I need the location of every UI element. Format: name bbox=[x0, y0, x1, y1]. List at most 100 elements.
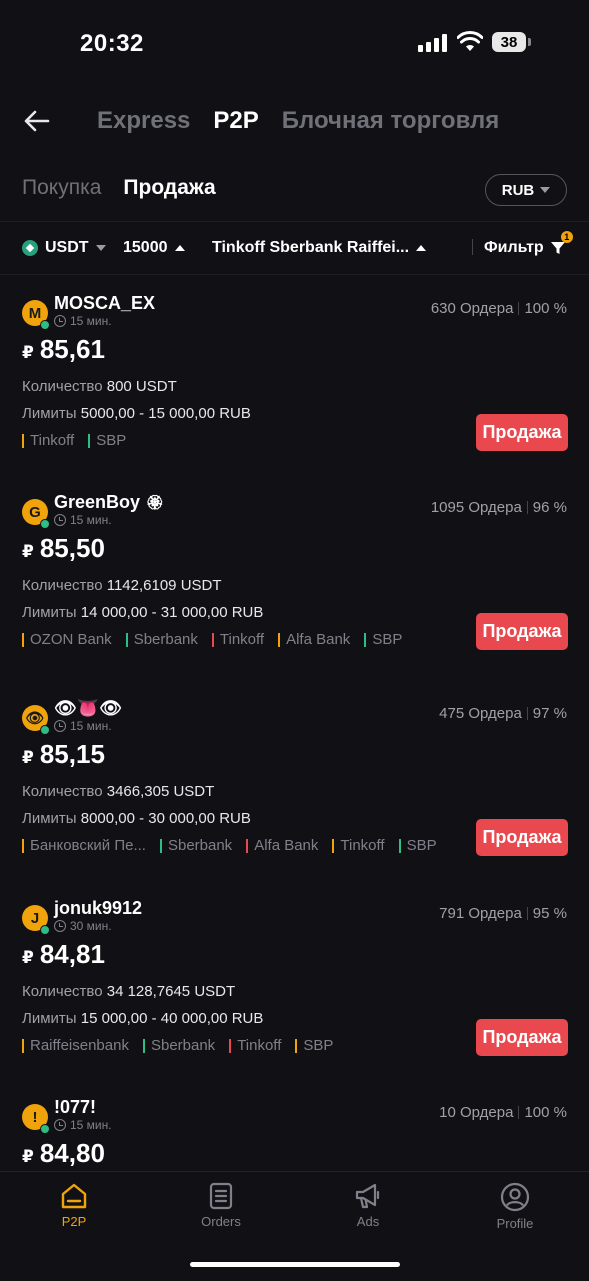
response-time: 15 мин. bbox=[54, 314, 112, 328]
completion-rate: 96 % bbox=[532, 499, 567, 516]
currency-selector[interactable]: RUB bbox=[485, 174, 567, 206]
cellular-signal-icon bbox=[418, 34, 447, 52]
profile-icon bbox=[500, 1182, 530, 1212]
payment-method: Sberbank bbox=[125, 631, 198, 648]
order-count: 10 Ордера bbox=[439, 1104, 514, 1121]
price-value: 84,80 bbox=[39, 1138, 105, 1168]
payment-method-color-bar bbox=[125, 632, 128, 647]
online-status-dot bbox=[40, 925, 50, 935]
merchant-name[interactable]: jonuk9912 bbox=[54, 898, 142, 919]
price-value: 85,15 bbox=[39, 739, 105, 769]
amount-label: 15000 bbox=[123, 239, 168, 256]
nav-p2p[interactable]: P2P bbox=[29, 1182, 119, 1229]
order-count: 791 Ордера bbox=[439, 905, 522, 922]
sell-button[interactable]: Продажа bbox=[476, 613, 568, 650]
merchant-name[interactable]: !077! bbox=[54, 1097, 96, 1118]
response-time-text: 15 мин. bbox=[70, 314, 112, 328]
merchant-name[interactable]: 👁👅👁 bbox=[54, 698, 122, 719]
completion-rate: 95 % bbox=[532, 905, 567, 922]
filter-bar: USDT 15000 Tinkoff Sberbank Raiffei... Ф… bbox=[0, 221, 589, 275]
quantity-value: 800 USDT bbox=[106, 378, 177, 395]
sell-button[interactable]: Продажа bbox=[476, 819, 568, 856]
order-count: 475 Ордера bbox=[439, 705, 522, 722]
tab-block-trading[interactable]: Блочная торговля bbox=[282, 107, 499, 135]
amount-selector[interactable]: 15000 bbox=[123, 239, 185, 257]
merchant-name-text: MOSCA_EX bbox=[54, 293, 156, 313]
clock-icon bbox=[54, 720, 66, 732]
tab-p2p[interactable]: P2P bbox=[213, 107, 258, 135]
status-time: 20:32 bbox=[80, 30, 144, 57]
limits-row: Лимиты 5000,00 - 15 000,00 RUB bbox=[22, 405, 251, 422]
trade-side-tabs: Покупка Продажа bbox=[22, 176, 216, 200]
response-time: 15 мин. bbox=[54, 1118, 112, 1132]
back-arrow-icon[interactable] bbox=[24, 108, 50, 134]
tab-express[interactable]: Express bbox=[97, 107, 190, 135]
filter-button[interactable]: Фильтр 1 bbox=[484, 231, 573, 257]
payment-method-name: Alfa Bank bbox=[286, 631, 351, 648]
price: ₽85,15 bbox=[22, 739, 105, 770]
sell-button[interactable]: Продажа bbox=[476, 414, 568, 451]
tether-icon bbox=[22, 240, 38, 256]
payment-method-color-bar bbox=[332, 838, 335, 853]
asset-selector[interactable]: USDT bbox=[22, 239, 106, 257]
clock-icon bbox=[54, 315, 66, 327]
nav-profile[interactable]: Profile bbox=[470, 1182, 560, 1231]
quantity-row: Количество 34 128,7645 USDT bbox=[22, 983, 235, 1000]
payment-method: Sberbank bbox=[159, 837, 232, 854]
merchant-name-text: jonuk9912 bbox=[54, 898, 143, 918]
online-status-dot bbox=[40, 320, 50, 330]
nav-ads[interactable]: Ads bbox=[323, 1182, 413, 1229]
online-status-dot bbox=[40, 519, 50, 529]
divider bbox=[526, 501, 528, 514]
payment-method-name: Tinkoff bbox=[219, 631, 265, 648]
battery-icon: 38 bbox=[492, 32, 526, 52]
merchant-badge-icon: 🏵 bbox=[146, 494, 164, 510]
payment-method: Raiffeisenbank bbox=[22, 1037, 129, 1054]
payment-method-color-bar bbox=[159, 838, 162, 853]
tab-buy[interactable]: Покупка bbox=[22, 176, 101, 200]
price: ₽84,81 bbox=[22, 939, 105, 970]
completion-rate: 100 % bbox=[524, 300, 567, 317]
chevron-down-icon bbox=[95, 245, 106, 251]
price-value: 85,50 bbox=[39, 533, 105, 563]
tab-sell[interactable]: Продажа bbox=[123, 176, 215, 200]
divider bbox=[518, 1106, 520, 1119]
payment-method: Tinkoff bbox=[332, 837, 385, 854]
payment-method: SBP bbox=[364, 631, 402, 648]
chevron-down-icon bbox=[540, 187, 551, 193]
currency-label: RUB bbox=[501, 181, 535, 199]
payment-method-color-bar bbox=[364, 632, 367, 647]
price-value: 85,61 bbox=[39, 334, 105, 364]
online-status-dot bbox=[40, 1124, 50, 1134]
payment-method-name: Sberbank bbox=[133, 631, 198, 648]
payment-selector[interactable]: Tinkoff Sberbank Raiffei... bbox=[212, 239, 427, 257]
nav-orders[interactable]: Orders bbox=[176, 1182, 266, 1229]
payment-methods: Raiffeisenbank Sberbank Tinkoff SBP bbox=[22, 1037, 333, 1054]
ruble-symbol: ₽ bbox=[22, 542, 34, 561]
clock-icon bbox=[54, 1119, 66, 1131]
payment-method: Tinkoff bbox=[229, 1037, 281, 1054]
payment-method-color-bar bbox=[246, 838, 249, 853]
battery-tip bbox=[528, 38, 531, 46]
orders-icon bbox=[209, 1182, 233, 1210]
divider bbox=[526, 707, 528, 720]
top-tabs: Express P2P Блочная торговля bbox=[97, 107, 499, 135]
payment-label: Tinkoff Sberbank Raiffei... bbox=[212, 239, 410, 256]
merchant-name[interactable]: MOSCA_EX bbox=[54, 293, 155, 314]
payment-method-color-bar bbox=[142, 1038, 145, 1053]
sell-button[interactable]: Продажа bbox=[476, 1019, 568, 1056]
payment-method-name: Sberbank bbox=[150, 1037, 216, 1054]
quantity-value: 3466,305 USDT bbox=[106, 783, 215, 800]
payment-method-name: OZON Bank bbox=[30, 631, 112, 648]
payment-method-color-bar bbox=[211, 632, 214, 647]
merchant-name[interactable]: GreenBoy 🏵 bbox=[54, 492, 164, 513]
limits-value: 8000,00 - 30 000,00 RUB bbox=[80, 810, 251, 827]
payment-method-color-bar bbox=[295, 1038, 298, 1053]
payment-method-color-bar bbox=[22, 1038, 24, 1053]
payment-methods: Банковский Пе... Sberbank Alfa Bank Tinkoff… bbox=[22, 837, 437, 854]
payment-method: Alfa Bank bbox=[246, 837, 318, 854]
payment-method-color-bar bbox=[22, 838, 24, 853]
limits-row: Лимиты 15 000,00 - 40 000,00 RUB bbox=[22, 1010, 263, 1027]
limits-row: Лимиты 8000,00 - 30 000,00 RUB bbox=[22, 810, 251, 827]
payment-method-color-bar bbox=[229, 1038, 232, 1053]
